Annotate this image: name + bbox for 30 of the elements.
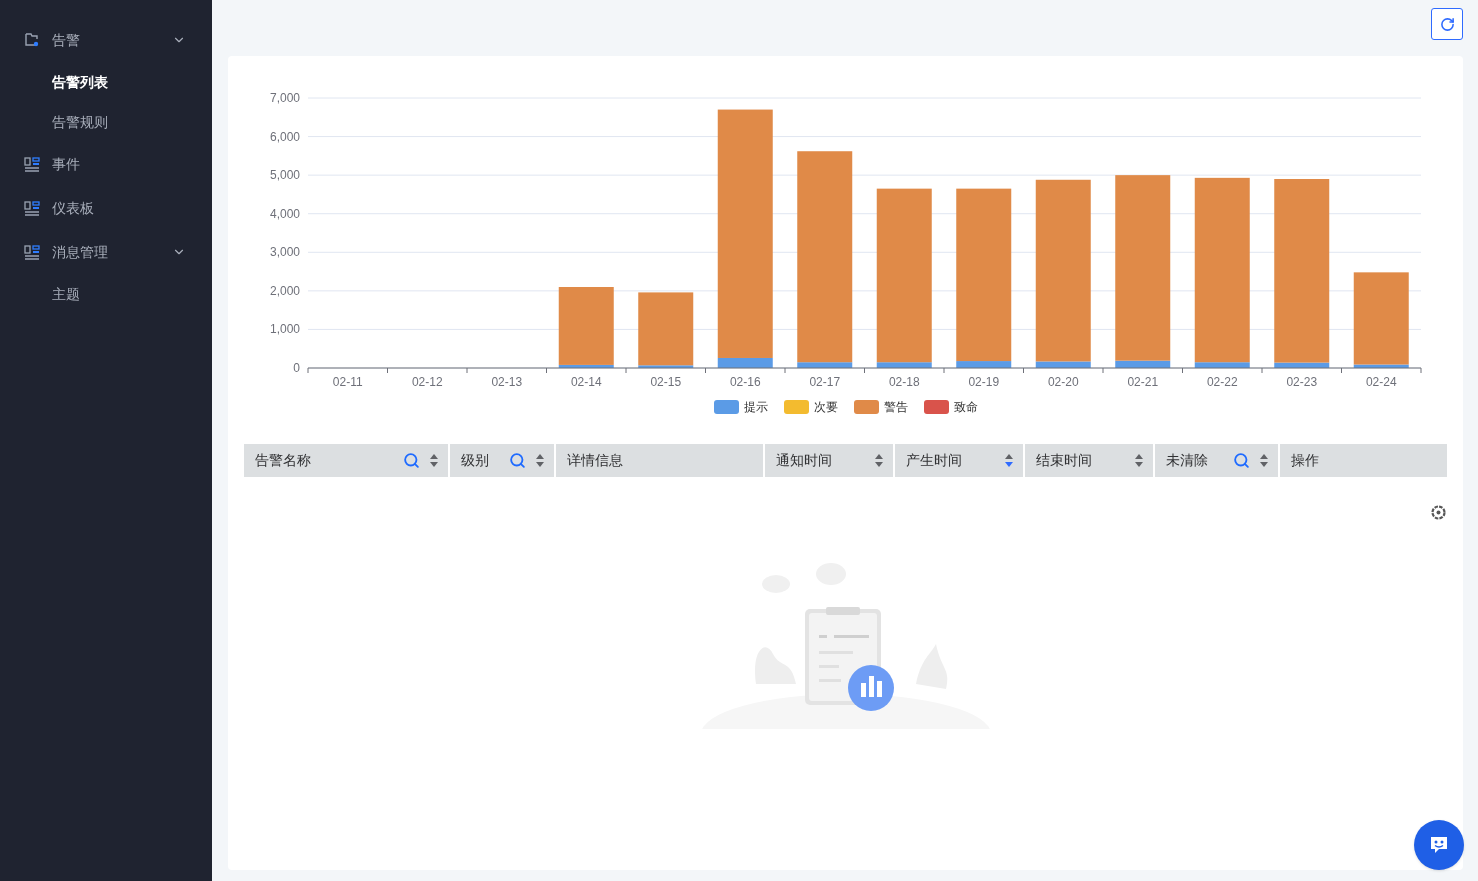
- x-tick-label: 02-23: [1286, 375, 1318, 389]
- x-tick-label: 02-17: [809, 375, 841, 389]
- column-title: 级别: [461, 451, 490, 470]
- column-title: 产生时间: [906, 451, 963, 470]
- x-tick-label: 02-13: [491, 375, 523, 389]
- x-tick-label: 02-22: [1206, 375, 1238, 389]
- x-tick-label: 02-18: [888, 375, 920, 389]
- x-tick-label: 02-20: [1047, 375, 1079, 389]
- column-title: 通知时间: [776, 451, 833, 470]
- x-tick-label: 02-14: [570, 375, 602, 389]
- y-tick-label: 6,000: [269, 129, 300, 144]
- column-title: 操作: [1291, 451, 1320, 470]
- y-tick-label: 2,000: [269, 283, 300, 298]
- x-tick-label: 02-12: [411, 375, 443, 389]
- x-tick-label: 02-11: [332, 375, 363, 389]
- x-tick-label: 02-16: [729, 375, 761, 389]
- x-tick-label: 02-24: [1365, 375, 1397, 389]
- y-tick-label: 3,000: [269, 245, 300, 260]
- y-tick-label: 4,000: [269, 206, 300, 221]
- y-tick-label: 5,000: [269, 168, 300, 183]
- y-tick-label: 1,000: [269, 322, 300, 337]
- y-tick-label: 7,000: [269, 91, 300, 105]
- column-title: 告警名称: [255, 451, 312, 470]
- x-tick-label: 02-21: [1127, 375, 1159, 389]
- column-title: 未清除: [1166, 451, 1209, 470]
- column-title: 结束时间: [1036, 451, 1093, 470]
- x-tick-label: 02-15: [650, 375, 682, 389]
- x-tick-label: 02-19: [968, 375, 1000, 389]
- y-tick-label: 0: [293, 361, 300, 375]
- column-title: 详情信息: [567, 451, 624, 470]
